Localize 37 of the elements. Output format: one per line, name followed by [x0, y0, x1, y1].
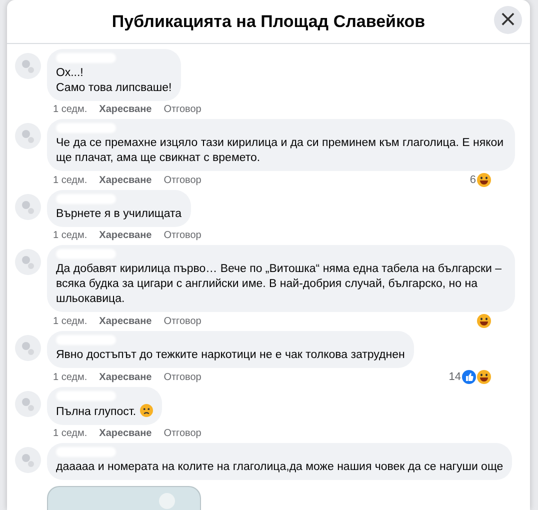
comment-text: Пълна глупост.: [56, 404, 154, 420]
comment-text: дааааа и номерата на колите на глаголица,да може нашия човек да се нагуши още: [56, 460, 504, 475]
avatar-icon: [15, 194, 41, 220]
comment-text: Явно достъпът до тежките наркотици не е чак толкова затруднен: [56, 348, 405, 363]
reaction-count: 14: [448, 370, 461, 384]
comment-time[interactable]: 1 седм.: [53, 427, 88, 440]
comment-text: Само това липсваше!: [56, 81, 172, 96]
reply-link[interactable]: Отговор: [164, 103, 202, 116]
like-link[interactable]: Харесване: [99, 229, 152, 242]
avatar-icon: [15, 249, 41, 275]
reply-link[interactable]: Отговор: [164, 314, 202, 328]
avatar-icon: [15, 447, 41, 473]
comment-time[interactable]: 1 седм.: [53, 370, 88, 384]
reaction-count: 6: [470, 174, 476, 186]
comment-text: Че да се премахне изцяло тази кирилица и да си преминем към глаголица. Е някои ще плачат, ама ще свикнат с времето.: [56, 136, 505, 166]
avatar-icon: [15, 53, 41, 79]
reply-link[interactable]: Отговор: [164, 427, 202, 440]
like-link[interactable]: Харесване: [99, 427, 152, 440]
avatar-icon: [15, 123, 41, 149]
like-link[interactable]: Харесване: [99, 103, 152, 116]
reply-link[interactable]: Отговор: [164, 229, 202, 242]
comment-text: Върнете я в училищата: [56, 207, 182, 222]
like-link[interactable]: Харесване: [99, 174, 152, 186]
like-link[interactable]: Харесване: [99, 314, 152, 328]
reply-link[interactable]: Отговор: [164, 370, 202, 384]
comment-time[interactable]: 1 седм.: [53, 103, 88, 116]
comment-time[interactable]: 1 седм.: [53, 314, 88, 328]
reply-link[interactable]: Отговор: [164, 174, 202, 186]
dialog-title: Публикацията на Площад Славейков: [112, 12, 426, 32]
avatar-icon: [15, 391, 41, 417]
like-link[interactable]: Харесване: [99, 370, 152, 384]
comment-text: Да добавят кирилица първо… Вече по „Витошка“ няма една табела на български – всяка будка за цигари с английски име. В най-добрия случай, българско, но на шльокавица.: [56, 262, 503, 307]
comment-time[interactable]: 1 седм.: [53, 229, 88, 242]
comment-text: Ох...!: [56, 66, 84, 81]
avatar-icon: [15, 335, 41, 361]
comment-time[interactable]: 1 седм.: [53, 174, 88, 186]
close-button[interactable]: ×: [494, 6, 522, 34]
